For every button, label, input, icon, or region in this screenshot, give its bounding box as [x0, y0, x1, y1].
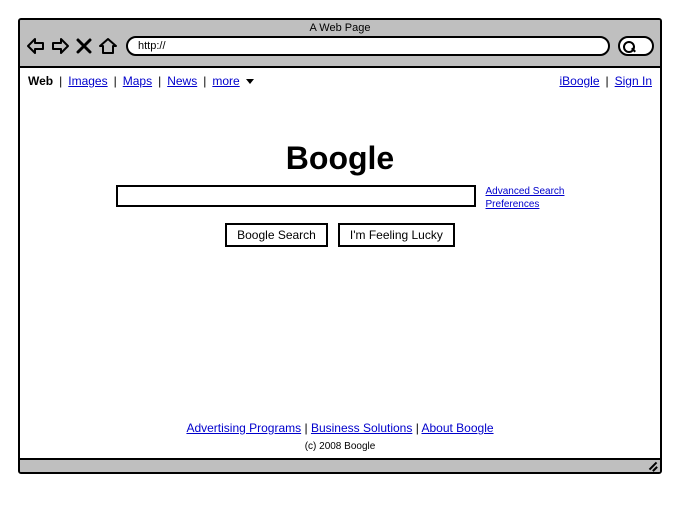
advertising-link[interactable]: Advertising Programs: [186, 421, 301, 435]
nav-images[interactable]: Images: [68, 74, 107, 88]
search-button[interactable]: Boogle Search: [225, 223, 328, 247]
stop-icon[interactable]: [74, 36, 94, 56]
statusbar: [20, 458, 660, 472]
footer: Advertising Programs | Business Solution…: [20, 421, 660, 458]
browser-window: A Web Page Web | Images |: [18, 18, 662, 474]
toolbar: [20, 36, 660, 56]
main: Boogle Advanced Search Preferences Boogl…: [20, 92, 660, 421]
nav-web[interactable]: Web: [28, 74, 53, 88]
nav-maps[interactable]: Maps: [123, 74, 152, 88]
nav-signin[interactable]: Sign In: [615, 74, 652, 88]
search-icon[interactable]: [618, 36, 654, 56]
button-row: Boogle Search I'm Feeling Lucky: [225, 223, 455, 247]
search-row: Advanced Search Preferences: [116, 185, 565, 211]
copyright: (c) 2008 Boogle: [20, 441, 660, 452]
nav-left: Web | Images | Maps | News | more: [28, 74, 254, 88]
nav-news[interactable]: News: [167, 74, 197, 88]
footer-links: Advertising Programs | Business Solution…: [20, 421, 660, 435]
advanced-search-link[interactable]: Advanced Search: [486, 185, 565, 198]
nav-right: iBoogle | Sign In: [559, 74, 652, 88]
navbar: Web | Images | Maps | News | more iBoogl…: [20, 68, 660, 92]
lucky-button[interactable]: I'm Feeling Lucky: [338, 223, 455, 247]
url-input[interactable]: [126, 36, 610, 56]
about-link[interactable]: About Boogle: [421, 421, 493, 435]
nav-more-label: more: [212, 74, 239, 88]
nav-iboogle[interactable]: iBoogle: [559, 74, 599, 88]
chevron-down-icon: [246, 79, 254, 84]
logo: Boogle: [286, 140, 394, 177]
resize-grip-icon[interactable]: [647, 460, 657, 470]
window-title: A Web Page: [20, 20, 660, 34]
search-input[interactable]: [116, 185, 476, 207]
home-icon[interactable]: [98, 36, 118, 56]
forward-icon[interactable]: [50, 36, 70, 56]
back-icon[interactable]: [26, 36, 46, 56]
side-links: Advanced Search Preferences: [486, 185, 565, 211]
content-area: Web | Images | Maps | News | more iBoogl…: [20, 68, 660, 458]
business-link[interactable]: Business Solutions: [311, 421, 412, 435]
titlebar: A Web Page: [20, 20, 660, 68]
nav-more[interactable]: more: [212, 74, 254, 88]
preferences-link[interactable]: Preferences: [486, 198, 565, 211]
